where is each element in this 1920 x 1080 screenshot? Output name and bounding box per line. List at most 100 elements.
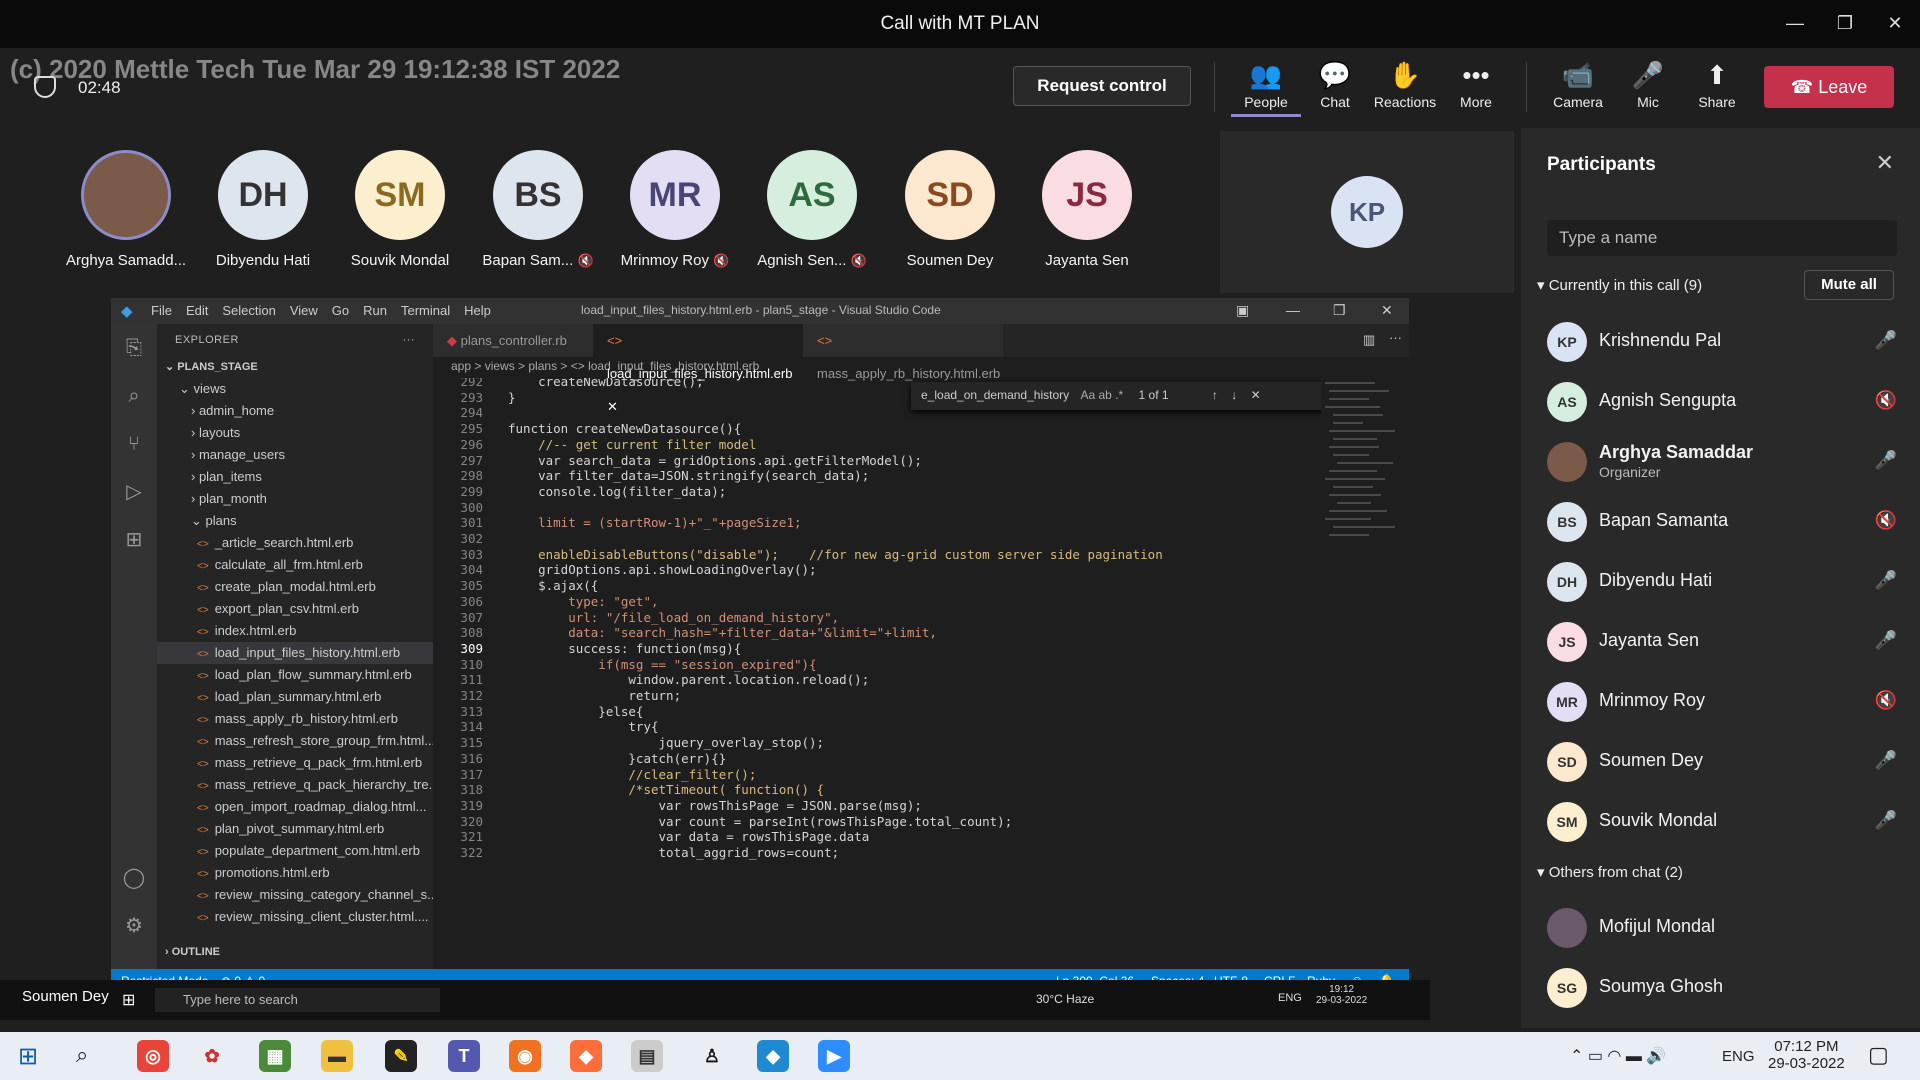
more-icon[interactable]: ··· [403, 334, 416, 346]
breadcrumb[interactable]: app > views > plans > <> load_input_file… [451, 359, 759, 373]
file-item[interactable]: load_plan_flow_summary.html.erb [157, 664, 433, 686]
file-item[interactable]: plan_pivot_summary.html.erb [157, 818, 433, 840]
code-editor[interactable]: 292 createNewDatasource(); 293} 294 295 func… [433, 378, 1409, 969]
folder-item[interactable]: ⌄ views [157, 378, 433, 400]
file-item[interactable]: mass_apply_rb_history.html.erb [157, 708, 433, 730]
close-icon[interactable]: ✕ [1381, 302, 1393, 319]
find-input[interactable]: e_load_on_demand_history [921, 388, 1069, 402]
chat-button[interactable]: 💬 Chat [1300, 58, 1370, 110]
minimize-icon[interactable]: — [1775, 9, 1815, 37]
file-item[interactable]: review_missing_client_cluster.html.... [157, 906, 433, 928]
project-root[interactable]: ⌄ PLANS_STAGE [157, 356, 433, 378]
tab-mass-apply-rb-history[interactable]: <> mass_apply_rb_history.html.erb [803, 324, 1003, 381]
menu-item[interactable]: Run [363, 303, 387, 318]
arrow-up-icon[interactable]: ↑ [1212, 388, 1218, 402]
restore-icon[interactable]: ❐ [1825, 9, 1865, 37]
participant-row[interactable]: Mofijul Mondal [1547, 904, 1897, 952]
more-icon[interactable]: ··· [1389, 330, 1402, 345]
mic-button[interactable]: 🎤 Mic [1613, 58, 1683, 110]
search-icon[interactable]: ⌕ [111, 372, 157, 420]
find-options-icon[interactable]: Aa ab .* [1080, 388, 1123, 402]
participant-tile[interactable]: BS Bapan Sam... 🔇 [478, 150, 598, 269]
menu-item[interactable]: View [290, 303, 318, 318]
participant-tile[interactable]: Arghya Samadd... [66, 150, 186, 269]
app-icon[interactable]: ▤ [631, 1040, 663, 1072]
more-button[interactable]: ••• More [1441, 58, 1511, 110]
file-item[interactable]: populate_department_com.html.erb [157, 840, 433, 862]
menu-item[interactable]: File [151, 303, 172, 318]
folder-item[interactable]: › plan_items [157, 466, 433, 488]
language-indicator[interactable]: ENG [1722, 1048, 1755, 1065]
in-call-section-header[interactable]: ▾ Currently in this call (9) [1537, 276, 1702, 294]
participant-tile[interactable]: JS Jayanta Sen [1027, 150, 1147, 269]
participant-row[interactable]: KP Krishnendu Pal 🎤 [1547, 318, 1897, 366]
participant-tile[interactable]: AS Agnish Sen... 🔇 [752, 150, 872, 269]
tab-plans-controller[interactable]: ◆ plans_controller.rb [433, 324, 593, 357]
menu-item[interactable]: Selection [222, 303, 275, 318]
participant-tile[interactable]: MR Mrinmoy Roy 🔇 [615, 150, 735, 269]
minimize-icon[interactable]: — [1286, 302, 1300, 318]
file-item[interactable]: calculate_all_frm.html.erb [157, 554, 433, 576]
source-control-icon[interactable]: ⑂ [111, 420, 157, 468]
file-item[interactable]: create_plan_modal.html.erb [157, 576, 433, 598]
files-icon[interactable]: ⎘ [111, 324, 157, 372]
share-button[interactable]: ⬆ Share [1682, 58, 1752, 110]
arrow-down-icon[interactable]: ↓ [1231, 388, 1237, 402]
folder-item[interactable]: › manage_users [157, 444, 433, 466]
close-icon[interactable]: ✕ [1251, 388, 1261, 402]
notifications-icon[interactable]: ▢ [1868, 1042, 1889, 1068]
folder-item[interactable]: ⌄ plans [157, 510, 433, 532]
people-button[interactable]: 👥 People [1231, 58, 1301, 117]
file-item[interactable]: mass_retrieve_q_pack_frm.html.erb [157, 752, 433, 774]
participant-tile[interactable]: SM Souvik Mondal [340, 150, 460, 269]
camera-button[interactable]: 📹 Camera [1543, 58, 1613, 110]
teams-icon[interactable]: T [448, 1040, 480, 1072]
participant-row[interactable]: SD Soumen Dey 🎤 [1547, 738, 1897, 786]
vscode-icon[interactable]: ◆ [757, 1040, 789, 1072]
file-item[interactable]: open_import_roadmap_dialog.html... [157, 796, 433, 818]
menu-item[interactable]: Help [464, 303, 491, 318]
participant-row[interactable]: BS Bapan Samanta 🔇 [1547, 498, 1897, 546]
participant-row[interactable]: MR Mrinmoy Roy 🔇 [1547, 678, 1897, 726]
mute-all-button[interactable]: Mute all [1804, 270, 1894, 300]
participant-row[interactable]: Organizer Arghya Samaddar 🎤 [1547, 438, 1897, 486]
file-item[interactable]: export_plan_csv.html.erb [157, 598, 433, 620]
gear-icon[interactable]: ⚙ [111, 902, 157, 950]
participant-row[interactable]: SM Souvik Mondal 🎤 [1547, 798, 1897, 846]
account-icon[interactable]: ◯ [111, 854, 157, 902]
run-debug-icon[interactable]: ▷ [111, 468, 157, 516]
outline-section[interactable]: › OUTLINE [165, 946, 220, 958]
menu-item[interactable]: Terminal [401, 303, 450, 318]
tab-load-input-files-history[interactable]: <> load_input_files_history.html.erb ✕ [593, 324, 803, 414]
minimap[interactable] [1321, 378, 1409, 969]
clock[interactable]: 07:12 PM 29-03-2022 [1768, 1038, 1845, 1072]
file-item[interactable]: _article_search.html.erb [157, 532, 433, 554]
others-section-header[interactable]: ▾ Others from chat (2) [1537, 863, 1683, 881]
participant-tile[interactable]: DH Dibyendu Hati [203, 150, 323, 269]
extensions-icon[interactable]: ⊞ [111, 516, 157, 564]
request-control-button[interactable]: Request control [1013, 66, 1191, 106]
app-icon[interactable]: ◆ [570, 1040, 602, 1072]
spotlight-video-tile[interactable]: KP [1220, 131, 1514, 293]
participant-search-input[interactable]: Type a name [1547, 220, 1897, 256]
restore-icon[interactable]: ❐ [1333, 302, 1346, 319]
folder-item[interactable]: › plan_month [157, 488, 433, 510]
search-icon[interactable]: ⌕ [76, 1042, 88, 1068]
firefox-icon[interactable]: ◉ [509, 1040, 541, 1072]
menu-item[interactable]: Go [332, 303, 349, 318]
participant-row[interactable]: JS Jayanta Sen 🎤 [1547, 618, 1897, 666]
folder-item[interactable]: › layouts [157, 422, 433, 444]
leave-button[interactable]: ☎ Leave [1764, 66, 1894, 108]
tray-icons[interactable]: ⌃ ▭ ◠ ▬ 🔊 [1570, 1046, 1666, 1066]
folder-item[interactable]: › admin_home [157, 400, 433, 422]
folder-icon[interactable]: ▬ [321, 1040, 353, 1072]
zoom-icon[interactable]: ▶ [818, 1040, 850, 1072]
reactions-button[interactable]: ✋ Reactions [1370, 58, 1440, 110]
participant-row[interactable]: SG Soumya Ghosh [1547, 964, 1897, 1012]
chrome-icon[interactable]: ◎ [137, 1040, 169, 1072]
menu-item[interactable]: Edit [186, 303, 208, 318]
file-item[interactable]: mass_retrieve_q_pack_hierarchy_tre... [157, 774, 433, 796]
close-icon[interactable]: ✕ [1876, 150, 1894, 176]
layout-icon[interactable]: ▣ [1236, 302, 1249, 319]
spreadsheet-icon[interactable]: ▦ [259, 1040, 291, 1072]
